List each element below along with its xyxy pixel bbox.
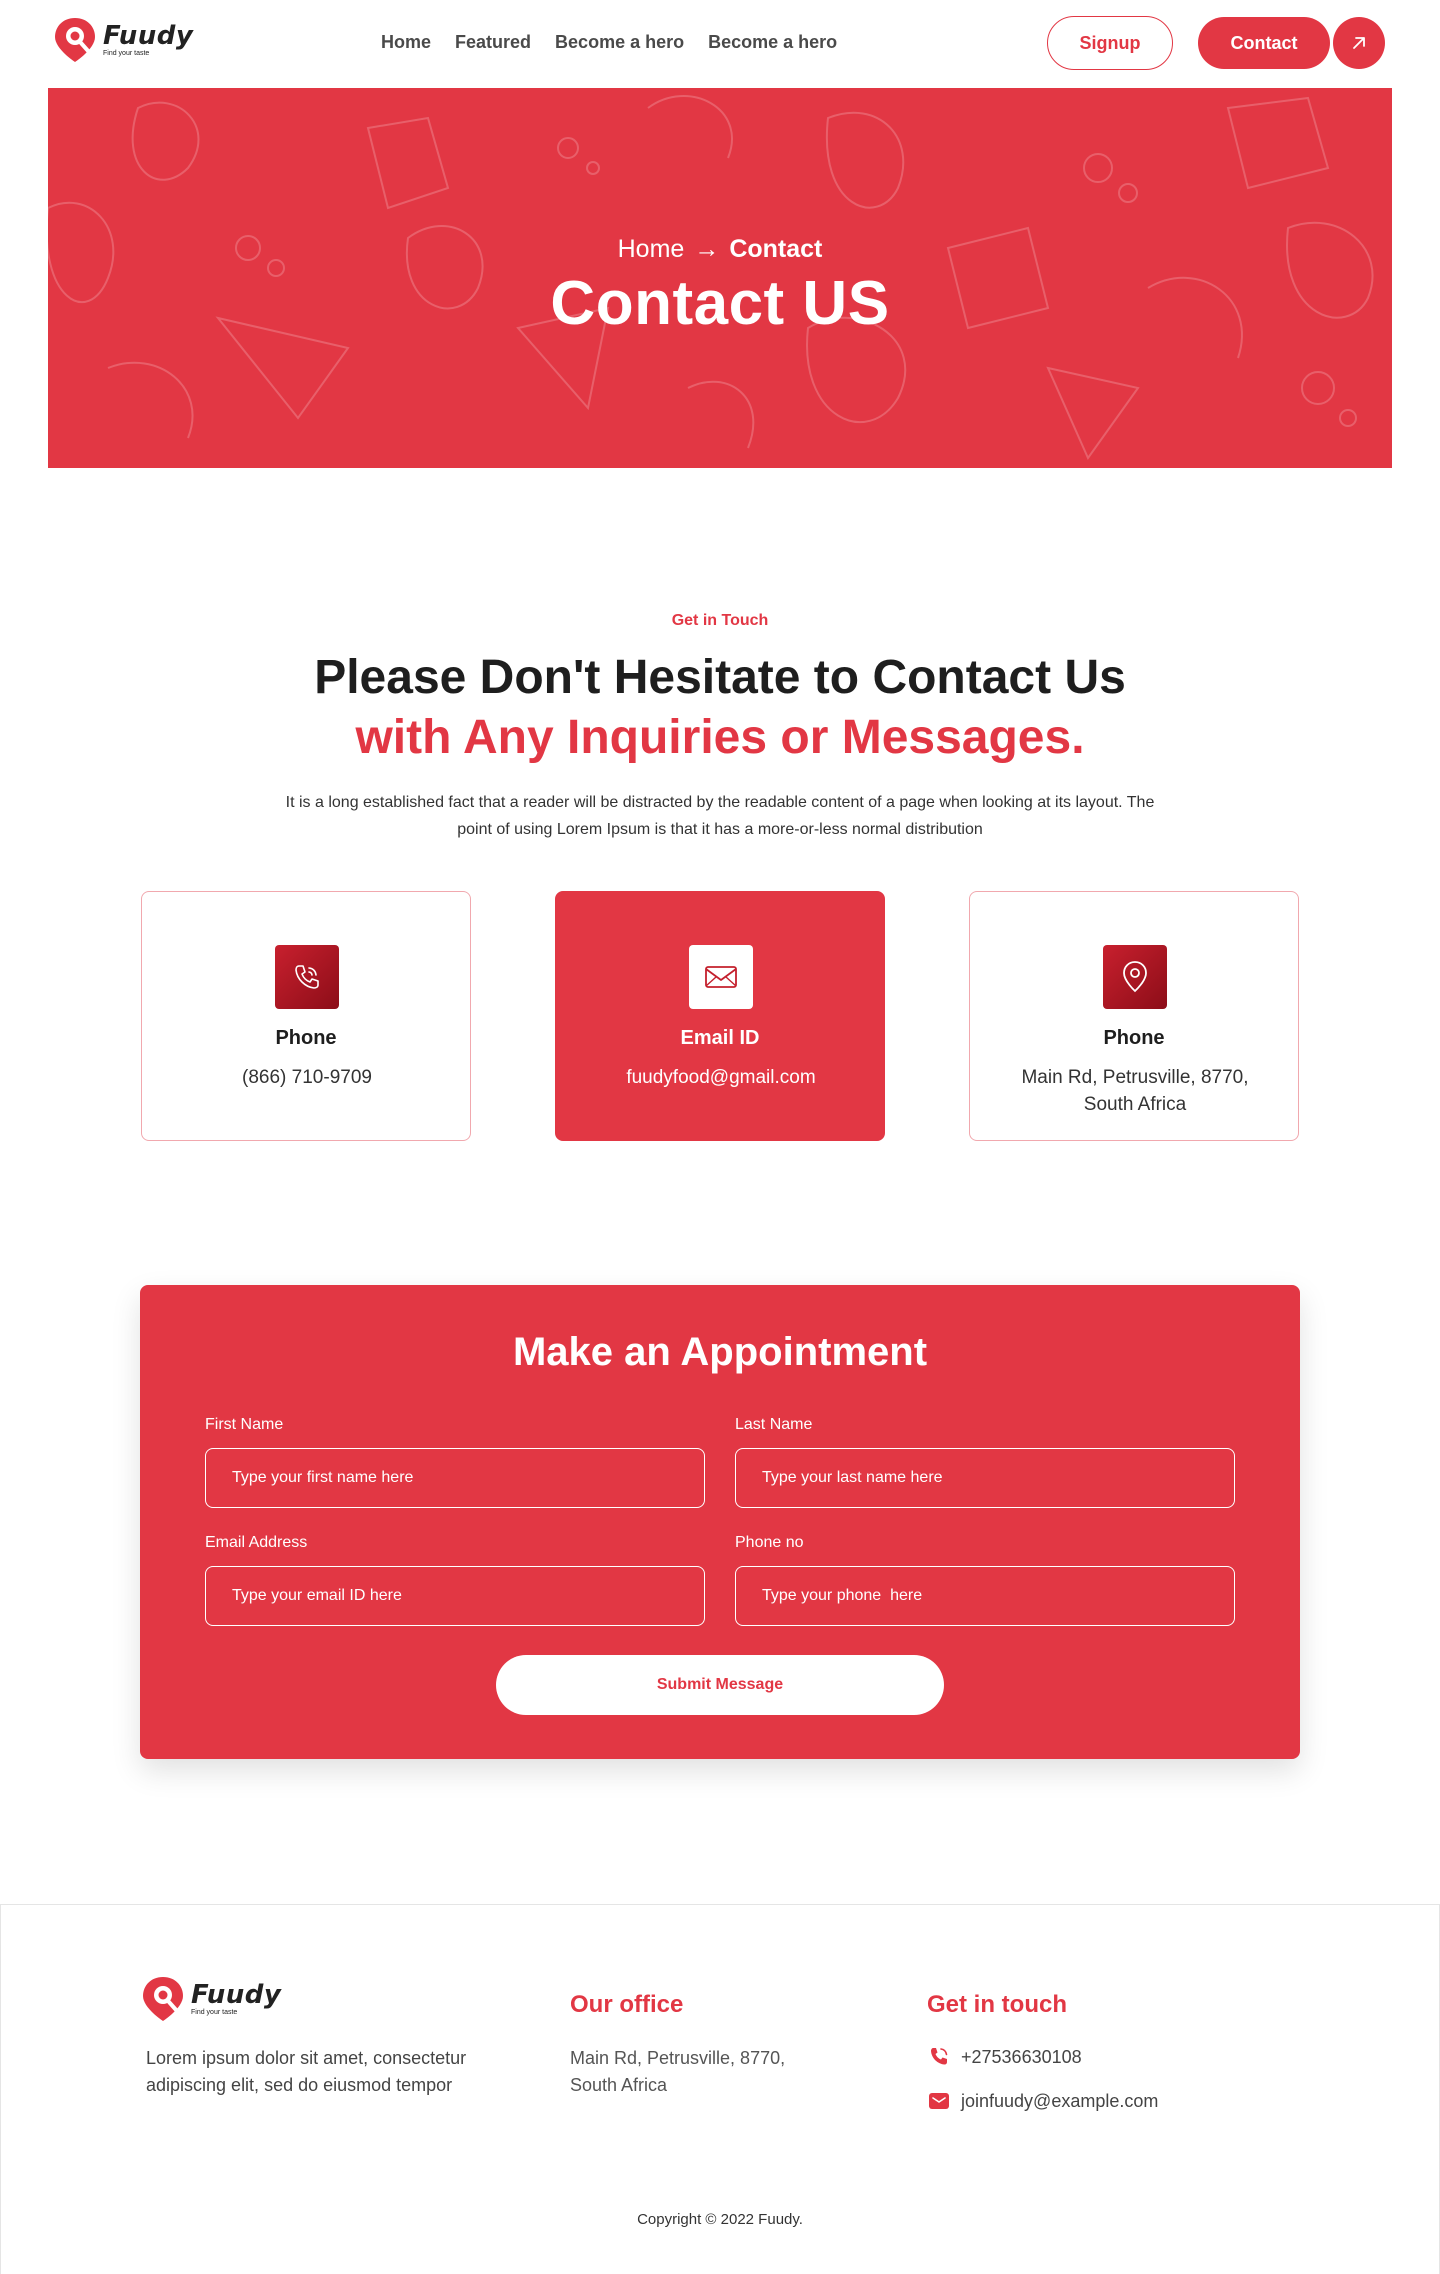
phone-icon (275, 945, 339, 1009)
hero-banner: Home → Contact Contact US (48, 88, 1392, 468)
footer-logo[interactable]: Fuudy Find your taste (141, 1975, 281, 2023)
card-value[interactable]: (866) 710-9709 (182, 1064, 432, 1091)
top-nav: Fuudy Find your taste Home Featured Beco… (0, 0, 1440, 88)
footer-office-address: Main Rd, Petrusville, 8770, South Africa (570, 2048, 786, 2095)
contact-card-address: Phone Main Rd, Petrusville, 8770, South … (969, 891, 1299, 1141)
card-title: Email ID (680, 1027, 760, 1049)
footer-email[interactable]: joinfuudy@example.com (927, 2089, 1158, 2113)
nav-link-become-hero-2[interactable]: Become a hero (708, 32, 837, 53)
copyright: Copyright © 2022 Fuudy. (637, 2211, 803, 2228)
logo-pin-icon (143, 1977, 183, 2021)
signup-button[interactable]: Signup (1047, 16, 1173, 70)
email-label: Email Address (205, 1534, 308, 1551)
headline-line-1: Please Don't Hesitate to Contact Us (314, 651, 1126, 704)
site-footer: Fuudy Find your taste Lorem ipsum dolor … (0, 1904, 1440, 2274)
card-value[interactable]: fuudyfood@gmail.com (596, 1064, 846, 1091)
breadcrumb: Home → Contact (48, 235, 1392, 264)
phone-label: Phone no (735, 1534, 804, 1551)
logo-pin-icon (55, 18, 95, 62)
contact-button[interactable]: Contact (1198, 17, 1330, 69)
page-title: Contact US (550, 269, 890, 338)
brand-name: Fuudy (191, 1980, 282, 2010)
arrow-up-right-button[interactable] (1333, 17, 1385, 69)
first-name-label: First Name (205, 1416, 284, 1433)
contact-card-phone: Phone (866) 710-9709 (141, 891, 471, 1141)
mail-icon (929, 2093, 949, 2109)
brand-tagline: Find your taste (103, 50, 150, 57)
nav-link-home[interactable]: Home (381, 32, 431, 53)
location-pin-icon (1103, 945, 1167, 1009)
section-eyebrow: Get in Touch (671, 612, 769, 629)
contact-card-email: Email ID fuudyfood@gmail.com (555, 891, 885, 1141)
section-description: It is a long established fact that a rea… (285, 794, 1155, 838)
brand-tagline: Find your taste (191, 2009, 238, 2016)
phone-input[interactable] (735, 1566, 1235, 1626)
card-title: Phone (1103, 1027, 1165, 1049)
breadcrumb-home[interactable]: Home (618, 235, 685, 263)
mail-icon (689, 945, 753, 1009)
nav-link-featured[interactable]: Featured (455, 32, 531, 53)
footer-phone[interactable]: +27536630108 (927, 2045, 1082, 2069)
card-value: Main Rd, Petrusville, 8770, South Africa (1021, 1067, 1249, 1115)
headline-line-2: with Any Inquiries or Messages. (355, 711, 1085, 764)
footer-phone-number: +27536630108 (961, 2046, 1082, 2067)
appointment-form: Make an Appointment First Name Last Name… (140, 1285, 1300, 1759)
card-title: Phone (275, 1027, 337, 1049)
nav-link-become-hero[interactable]: Become a hero (555, 32, 684, 53)
phone-icon (931, 2048, 948, 2065)
submit-message-button[interactable]: Submit Message (496, 1655, 944, 1715)
first-name-input[interactable] (205, 1448, 705, 1508)
footer-about-text: Lorem ipsum dolor sit amet, consectetur … (146, 2048, 467, 2095)
main-menu: Home Featured Become a hero Become a her… (381, 32, 837, 53)
form-title: Make an Appointment (512, 1330, 928, 1374)
brand-logo[interactable]: Fuudy Find your taste (53, 16, 193, 64)
arrow-up-right-icon (1353, 37, 1365, 49)
section-headline: Please Don't Hesitate to Contact Us with… (0, 648, 1440, 768)
brand-name: Fuudy (103, 21, 194, 51)
last-name-input[interactable] (735, 1448, 1235, 1508)
breadcrumb-current: Contact (729, 235, 823, 263)
last-name-label: Last Name (735, 1416, 813, 1433)
email-input[interactable] (205, 1566, 705, 1626)
breadcrumb-arrow-icon: → (694, 235, 720, 263)
footer-email-address: joinfuudy@example.com (961, 2090, 1159, 2111)
footer-office-heading: Our office (570, 1991, 684, 2018)
footer-touch-heading: Get in touch (927, 1991, 1067, 2018)
